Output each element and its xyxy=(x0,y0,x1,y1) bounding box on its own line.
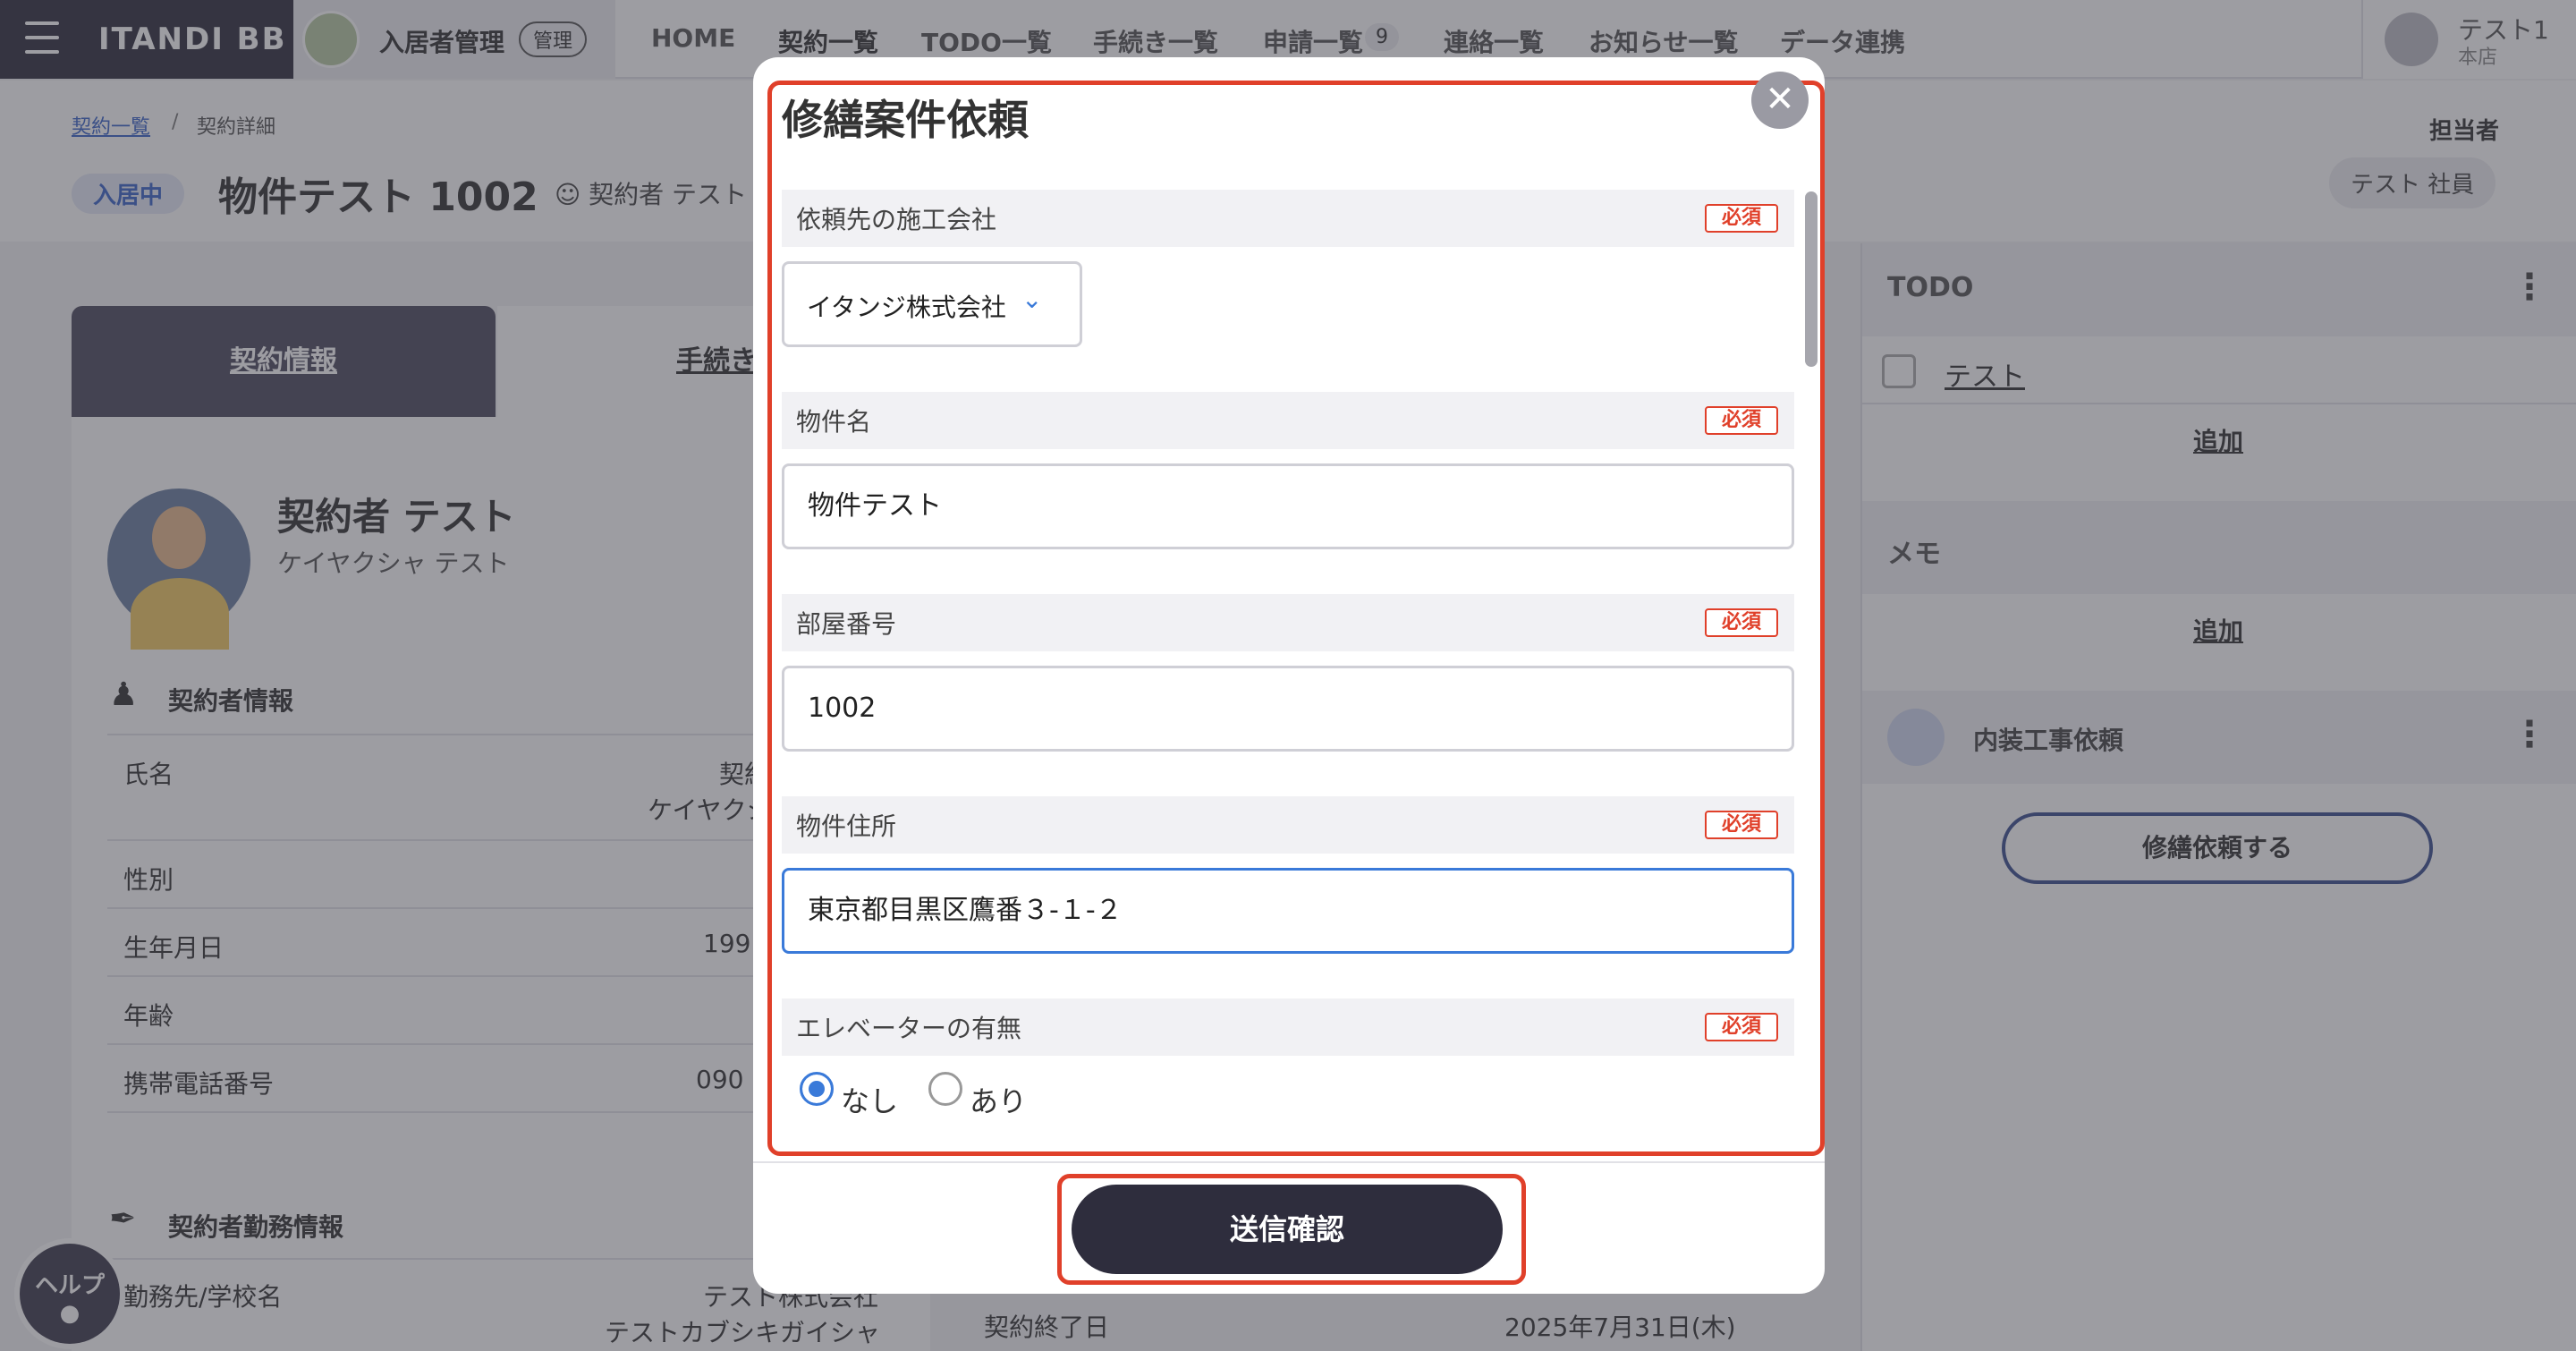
close-icon[interactable]: ✕ xyxy=(1751,72,1809,129)
form-highlight-frame xyxy=(767,81,1825,1156)
submit-highlight-frame xyxy=(1057,1174,1526,1285)
modal-footer-divider xyxy=(753,1161,1825,1163)
